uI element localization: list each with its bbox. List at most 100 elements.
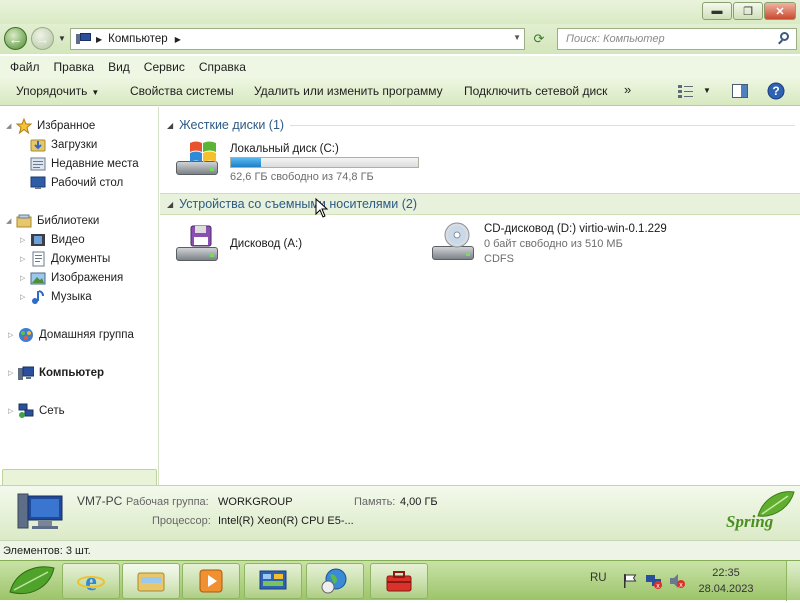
globe-icon (321, 568, 347, 594)
forward-button[interactable]: → (31, 27, 54, 50)
menu-view[interactable]: Вид (98, 60, 136, 74)
group-hard-drives-label: Жесткие диски (1) (179, 118, 285, 132)
start-button[interactable] (4, 562, 58, 600)
refresh-button[interactable]: ⟳ (527, 28, 551, 50)
tree-downloads-label: Загрузки (51, 138, 98, 151)
action-center-flag-icon[interactable] (622, 573, 638, 589)
tree-network[interactable]: ▷ Сеть (8, 401, 65, 420)
maximize-button[interactable]: ❐ (733, 2, 763, 20)
breadcrumb-chevron-icon[interactable]: ▶ (175, 35, 181, 44)
taskbar-internet-explorer[interactable]: e (62, 563, 120, 599)
expand-triangle-icon[interactable]: ▷ (8, 331, 13, 339)
view-options-dropdown[interactable]: ▼ (703, 86, 711, 95)
taskbar-explorer[interactable] (122, 563, 180, 599)
drive-a-name: Дисковод (A:) (230, 238, 303, 250)
language-indicator[interactable]: RU (590, 572, 607, 584)
expand-triangle-icon[interactable]: ▷ (8, 369, 13, 377)
drive-cd-d[interactable]: CD-дисковод (D:) virtio-win-0.1.229 0 ба… (430, 222, 730, 270)
expand-triangle-icon[interactable]: ▷ (8, 407, 13, 415)
group-removable[interactable]: ◢ Устройства со съемными носителями (2) (160, 193, 800, 215)
address-history-dropdown[interactable]: ▼ (513, 33, 521, 42)
preview-pane-button[interactable] (732, 84, 748, 101)
tree-downloads[interactable]: Загрузки (30, 135, 97, 154)
tree-recent-places[interactable]: Недавние места (30, 154, 139, 173)
tree-libraries[interactable]: ◢ Библиотеки (6, 211, 99, 230)
tree-homegroup[interactable]: ▷ Домашняя группа (8, 325, 134, 344)
menu-help[interactable]: Справка (189, 60, 252, 74)
drive-d-name: CD-дисковод (D:) virtio-win-0.1.229 (484, 223, 667, 235)
uninstall-program-button[interactable]: Удалить или изменить программу (254, 84, 443, 98)
tree-videos[interactable]: ▷ Видео (20, 230, 85, 249)
svg-text:e: e (85, 567, 97, 595)
taskbar-toolbox[interactable] (370, 563, 428, 599)
desktop-icon (30, 175, 46, 191)
collapse-triangle-icon[interactable]: ◢ (6, 122, 11, 130)
tree-computer-label: Компьютер (39, 366, 105, 379)
computer-large-icon (17, 493, 63, 529)
disk-usage-bar (230, 157, 419, 168)
windows-drive-icon (174, 137, 220, 181)
tree-recent-places-label: Недавние места (51, 157, 139, 170)
recent-pages-dropdown[interactable]: ▼ (58, 34, 66, 43)
network-disconnected-icon[interactable]: x (645, 573, 663, 589)
volume-muted-icon[interactable]: x (668, 573, 686, 589)
clock-date: 28.04.2023 (698, 583, 754, 595)
tree-documents[interactable]: ▷ Документы (20, 249, 110, 268)
tree-music[interactable]: ▷ Музыка (20, 287, 92, 306)
taskbar-network-clock[interactable] (306, 563, 364, 599)
tree-computer[interactable]: ▷ Компьютер (8, 363, 104, 382)
computer-name: VM7-PC (77, 494, 123, 508)
tree-favorites[interactable]: ◢ Избранное (6, 116, 95, 135)
map-network-drive-button[interactable]: Подключить сетевой диск (464, 84, 607, 98)
tree-documents-label: Документы (51, 252, 111, 265)
taskbar-media-player[interactable] (182, 563, 240, 599)
music-note-icon (30, 289, 46, 305)
minimize-button[interactable]: ▬ (702, 2, 732, 20)
toolbox-icon (386, 571, 412, 592)
menu-file[interactable]: Файл (0, 60, 46, 74)
tree-music-label: Музыка (51, 290, 92, 303)
drive-floppy-a[interactable]: Дисковод (A:) (174, 223, 374, 267)
collapse-triangle-icon[interactable]: ◢ (167, 121, 173, 130)
system-properties-button[interactable]: Свойства системы (130, 84, 234, 98)
breadcrumb-computer[interactable]: Компьютер (108, 33, 168, 45)
memory-value: 4,00 ГБ (400, 496, 438, 508)
svg-text:?: ? (772, 84, 779, 98)
help-button[interactable]: ? (767, 82, 785, 103)
collapse-triangle-icon[interactable]: ◢ (167, 200, 173, 209)
tree-homegroup-label: Домашняя группа (39, 328, 134, 341)
menu-edit[interactable]: Правка (44, 60, 101, 74)
back-button[interactable]: ← (4, 27, 27, 50)
expand-triangle-icon[interactable]: ▷ (20, 293, 25, 301)
show-desktop-button[interactable] (786, 561, 800, 601)
spring-logo: Spring (724, 488, 796, 538)
navigation-pane: ◢ Избранное Загрузки Недавние места Рабо… (0, 107, 159, 489)
breadcrumb-separator-icon[interactable]: ▶ (96, 35, 102, 44)
search-icon[interactable] (778, 32, 791, 45)
menu-tools[interactable]: Сервис (134, 60, 191, 74)
svg-text:x: x (679, 582, 683, 589)
search-input[interactable]: Поиск: Компьютер (557, 28, 797, 50)
arrow-right-icon: → (35, 30, 50, 47)
pictures-library-icon (30, 270, 46, 286)
system-clock[interactable]: 22:35 28.04.2023 (688, 567, 764, 595)
folder-icon (137, 572, 165, 592)
collapse-triangle-icon[interactable]: ◢ (6, 217, 11, 225)
command-bar: Упорядочить ▼ Свойства системы Удалить ил… (0, 78, 800, 106)
media-player-icon (199, 569, 223, 593)
drive-local-c[interactable]: Локальный диск (C:) 62,6 ГБ свободно из … (174, 137, 424, 187)
address-bar[interactable]: ▶ Компьютер ▶ ▼ (70, 28, 525, 50)
homegroup-icon (18, 327, 34, 343)
expand-triangle-icon[interactable]: ▷ (20, 255, 25, 263)
close-button[interactable]: ✕ (764, 2, 796, 20)
expand-triangle-icon[interactable]: ▷ (20, 274, 25, 282)
change-view-button[interactable] (678, 84, 694, 101)
tree-pictures[interactable]: ▷ Изображения (20, 268, 123, 287)
drive-d-free-space: 0 байт свободно из 510 МБ (484, 238, 623, 250)
expand-triangle-icon[interactable]: ▷ (20, 236, 25, 244)
control-panel-icon (259, 570, 287, 590)
taskbar-control-panel[interactable] (244, 563, 302, 599)
organize-button[interactable]: Упорядочить ▼ (16, 84, 99, 98)
more-commands-button[interactable]: » (624, 82, 631, 97)
tree-desktop[interactable]: Рабочий стол (30, 173, 123, 192)
